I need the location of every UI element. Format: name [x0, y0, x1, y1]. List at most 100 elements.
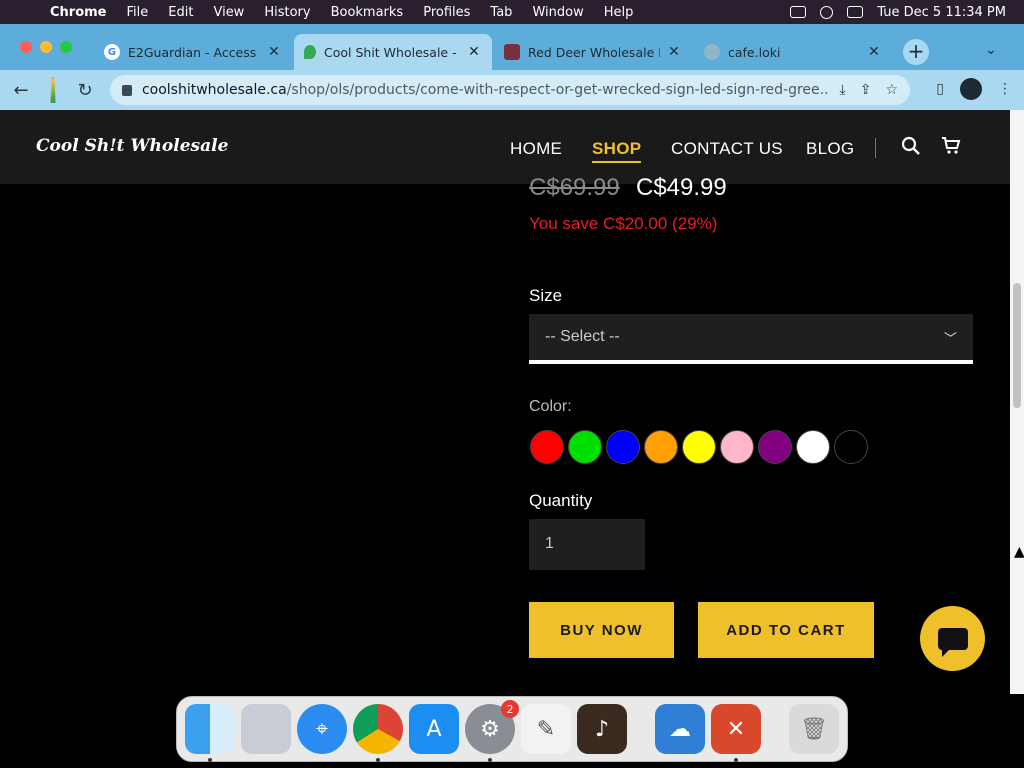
menu-profiles[interactable]: Profiles — [413, 5, 480, 20]
garageband-icon[interactable]: ♪ — [577, 704, 627, 754]
running-indicator — [734, 758, 738, 762]
tab-red-deer-wholesale[interactable]: Red Deer Wholesale Pr ✕ — [494, 34, 692, 70]
menu-tab[interactable]: Tab — [480, 5, 522, 20]
profile-avatar-icon[interactable] — [960, 78, 982, 100]
color-swatch[interactable] — [644, 430, 678, 464]
chevron-down-icon: ﹀ — [943, 330, 957, 346]
tab-e2guardian[interactable]: G E2Guardian - Access D ✕ — [94, 34, 292, 70]
search-icon[interactable] — [901, 136, 921, 161]
sale-price: C$49.99 — [636, 174, 727, 201]
minimize-window-button[interactable] — [40, 41, 52, 53]
menu-view[interactable]: View — [203, 5, 254, 20]
size-label: Size — [529, 286, 563, 305]
buy-now-button[interactable]: BUY NOW — [529, 602, 674, 658]
spotlight-search-icon[interactable] — [820, 5, 834, 19]
trash-icon[interactable]: 🗑 — [789, 704, 839, 754]
system-settings-icon[interactable]: ⚙ 2 — [465, 700, 519, 762]
tab-title: cafe.loki — [728, 44, 781, 60]
zoom-window-button[interactable] — [60, 41, 72, 53]
color-swatches — [530, 430, 868, 464]
url-host: coolshitwholesale.ca — [141, 82, 287, 98]
close-tab-icon[interactable]: ✕ — [266, 44, 282, 60]
chat-button[interactable] — [920, 606, 985, 671]
side-panel-icon[interactable]: ▯ — [936, 81, 944, 97]
maps-pin-icon — [304, 45, 316, 59]
share-icon[interactable]: ⇪ — [860, 82, 872, 98]
menu-edit[interactable]: Edit — [158, 5, 203, 20]
kebab-menu-icon[interactable]: ⋮ — [998, 81, 1012, 97]
site-logo[interactable]: Cool Sh!t Wholesale — [36, 136, 228, 156]
tab-title: Red Deer Wholesale Pr — [528, 44, 660, 60]
running-indicator — [488, 758, 492, 762]
tab-cafe-loki[interactable]: cafe.loki ✕ — [694, 34, 892, 70]
chevron-down-icon[interactable]: ⌄ — [985, 42, 997, 58]
control-center-icon[interactable] — [847, 6, 864, 18]
running-indicator — [208, 758, 212, 762]
globe-icon — [704, 44, 720, 60]
add-to-cart-button[interactable]: ADD TO CART — [698, 602, 874, 658]
color-swatch[interactable] — [568, 430, 602, 464]
nav-contact-us[interactable]: CONTACT US — [671, 139, 783, 159]
scrollbar-thumb[interactable] — [1013, 283, 1021, 408]
window-controls — [20, 41, 72, 53]
new-tab-button[interactable]: + — [903, 39, 929, 65]
color-swatch[interactable] — [530, 430, 564, 464]
quantity-input[interactable]: 1 — [529, 519, 645, 570]
nav-shop[interactable]: SHOP — [592, 139, 642, 163]
chat-bubble-icon — [937, 627, 968, 657]
running-indicator — [376, 758, 380, 762]
textedit-icon[interactable]: ✎ — [521, 704, 571, 754]
color-swatch[interactable] — [834, 430, 868, 464]
menu-file[interactable]: File — [117, 5, 159, 20]
safari-icon[interactable]: ⌖ — [297, 704, 347, 754]
size-select[interactable]: -- Select -- ﹀ — [529, 314, 973, 364]
back-arrow-icon[interactable]: ← — [8, 80, 34, 101]
screen-mirror-icon[interactable] — [790, 6, 807, 18]
chrome-icon[interactable] — [353, 704, 403, 762]
menu-window[interactable]: Window — [522, 5, 593, 20]
launchpad-icon[interactable] — [241, 704, 291, 754]
original-price: C$69.99 — [529, 174, 620, 201]
app-store-icon[interactable]: A — [409, 704, 459, 754]
weather-icon[interactable]: ☁ — [655, 704, 705, 754]
menu-bookmarks[interactable]: Bookmarks — [321, 5, 414, 20]
notification-badge: 2 — [501, 700, 519, 718]
google-icon: G — [104, 44, 120, 60]
tab-title: Cool Shit Wholesale - C — [324, 44, 460, 60]
address-bar[interactable]: coolshitwholesale.ca /shop/ols/products/… — [110, 75, 910, 105]
extension-logo-icon[interactable] — [50, 77, 56, 103]
color-swatch[interactable] — [720, 430, 754, 464]
remote-desktop-icon[interactable]: ✕ — [711, 704, 761, 762]
macos-menu-bar: Chrome File Edit View History Bookmarks … — [0, 0, 1024, 24]
color-swatch[interactable] — [606, 430, 640, 464]
install-app-icon[interactable]: ⤓ — [840, 82, 846, 98]
reload-icon[interactable]: ↻ — [72, 80, 98, 101]
macos-dock: ⌖ A ⚙ 2 ✎ ♪ ☁ ✕ 🗑 — [176, 696, 848, 762]
nav-blog[interactable]: BLOG — [806, 139, 854, 159]
color-swatch[interactable] — [682, 430, 716, 464]
menu-app-name[interactable]: Chrome — [40, 5, 117, 20]
tab-cool-shit-wholesale[interactable]: Cool Shit Wholesale - C ✕ — [294, 34, 492, 70]
color-swatch[interactable] — [758, 430, 792, 464]
menu-clock[interactable]: Tue Dec 5 11:34 PM — [877, 5, 1006, 20]
menu-history[interactable]: History — [254, 5, 320, 20]
tab-title: E2Guardian - Access D — [128, 44, 260, 60]
close-tab-icon[interactable]: ✕ — [666, 44, 682, 60]
close-tab-icon[interactable]: ✕ — [866, 44, 882, 60]
cart-icon[interactable] — [941, 136, 961, 161]
color-swatch[interactable] — [796, 430, 830, 464]
mouse-cursor-icon: ▲ — [1014, 544, 1024, 560]
savings-text: You save C$20.00 (29%) — [529, 214, 718, 233]
lock-icon[interactable] — [122, 84, 132, 96]
tab-strip: G E2Guardian - Access D ✕ Cool Shit Whol… — [0, 24, 1024, 70]
close-tab-icon[interactable]: ✕ — [466, 44, 482, 60]
bookmark-star-icon[interactable]: ☆ — [885, 82, 898, 98]
finder-icon[interactable] — [185, 704, 235, 762]
menu-help[interactable]: Help — [594, 5, 644, 20]
header-divider — [875, 138, 876, 158]
size-selected-value: -- Select -- — [545, 328, 620, 345]
close-window-button[interactable] — [20, 41, 32, 53]
color-label: Color: — [529, 398, 572, 415]
nav-home[interactable]: HOME — [510, 139, 562, 159]
url-path: /shop/ols/products/come-with-respect-or-… — [286, 82, 830, 98]
